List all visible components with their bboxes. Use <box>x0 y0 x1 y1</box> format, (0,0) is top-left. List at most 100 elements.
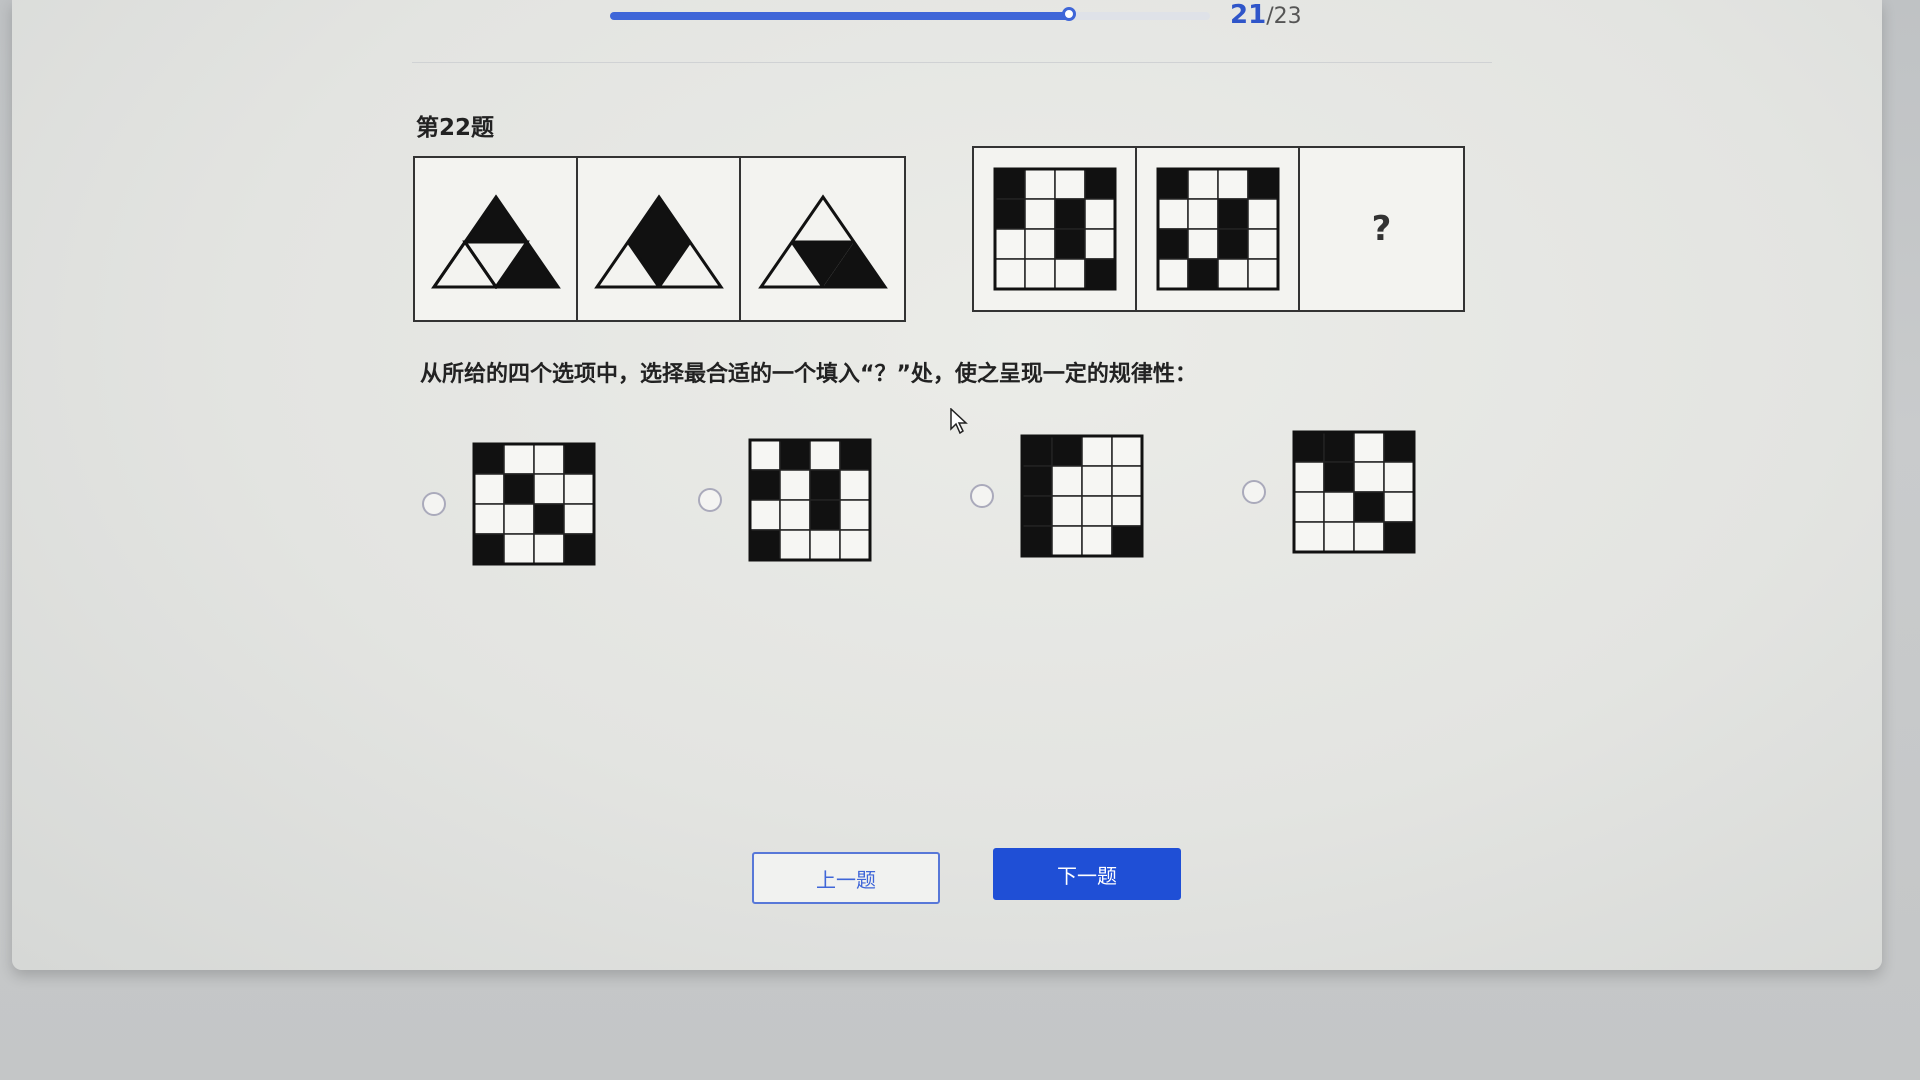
option-c-image-cell <box>1081 495 1113 527</box>
option-a-image-cell <box>563 503 595 535</box>
grid-figure-2-image-cell <box>1246 228 1279 260</box>
grid-figure-1-image-cell <box>1023 228 1056 260</box>
option-b-image-cell <box>839 469 871 501</box>
option-b-image-cell <box>749 439 781 471</box>
grid-figure-1-image-cell <box>993 258 1026 290</box>
grid-figure-2-image-cell <box>1216 198 1249 230</box>
option-b-image-cell <box>809 499 841 531</box>
option-b-image-cell <box>779 439 811 471</box>
triangle-figure-2-image <box>593 194 724 289</box>
option-d-image-cell <box>1323 431 1355 463</box>
option-c-image[interactable] <box>1020 434 1144 558</box>
grid-figure-1-image-cell <box>1023 258 1056 290</box>
grid-figure-1-image-cell <box>1053 168 1086 200</box>
option-b-image-cell <box>839 439 871 471</box>
grid-figure-1-image-cell <box>1083 258 1116 290</box>
option-a-image-cell <box>533 503 565 535</box>
option-b-image-cell <box>809 529 841 561</box>
next-question-button[interactable]: 下一题 <box>993 848 1181 900</box>
question-title: 第22题 <box>416 115 495 141</box>
option-a-image-cell <box>473 533 505 565</box>
option-c-image-cell <box>1081 435 1113 467</box>
grid-figure-2-image <box>1156 167 1279 291</box>
option-c-image-cell <box>1021 465 1053 497</box>
option-b[interactable] <box>698 438 872 562</box>
option-c-image-cell <box>1051 465 1083 497</box>
option-d[interactable] <box>1242 430 1416 554</box>
question-mark-placeholder: ? <box>1371 209 1392 249</box>
option-c-image-cell <box>1021 495 1053 527</box>
option-a-image-cell <box>473 443 505 475</box>
grid-figure-2-image-cell <box>1186 228 1219 260</box>
triangle-figure-3 <box>741 158 904 320</box>
grid-figure-1-image-cell <box>993 228 1026 260</box>
grid-figure-1-image-cell <box>1083 168 1116 200</box>
grid-figure-1-image-cell <box>1023 198 1056 230</box>
grid-figure-2-image-cell <box>1186 168 1219 200</box>
option-b-image-cell <box>779 469 811 501</box>
option-a[interactable] <box>422 442 596 566</box>
option-d-image-cell <box>1323 491 1355 523</box>
triangle-figure-1-image <box>430 194 561 289</box>
option-b-image-cell <box>839 529 871 561</box>
option-b-image-cell <box>839 499 871 531</box>
total-questions: /23 <box>1266 4 1302 29</box>
option-c-image-cell <box>1081 465 1113 497</box>
grid-figure-2-image-cell <box>1216 168 1249 200</box>
grid-figure-2-image-cell <box>1156 168 1189 200</box>
grid-figure-1-image-cell <box>993 168 1026 200</box>
option-a-image-cell <box>473 503 505 535</box>
progress-knob <box>1062 7 1076 21</box>
option-d-image[interactable] <box>1292 430 1416 554</box>
option-b-image-cell <box>749 469 781 501</box>
option-c-image-cell <box>1021 435 1053 467</box>
option-a-image-cell <box>563 473 595 505</box>
option-b-image-cell <box>809 439 841 471</box>
option-a-image-cell <box>563 443 595 475</box>
triangle-figure-3-image <box>757 194 888 289</box>
option-b-image[interactable] <box>748 438 872 562</box>
option-a-image-cell <box>473 473 505 505</box>
grid-figure-1-image-cell <box>1053 198 1086 230</box>
option-b-image-cell <box>779 499 811 531</box>
option-d-image-cell <box>1383 521 1415 553</box>
question-instruction: 从所给的四个选项中，选择最合适的一个填入“？”处，使之呈现一定的规律性： <box>420 362 1197 387</box>
option-d-image-cell <box>1383 491 1415 523</box>
exam-panel: 21/23 第22题 ? 从所给的四个选项中，选择最合适的一个填入“？”处，使之… <box>12 0 1882 970</box>
option-d-image-cell <box>1323 461 1355 493</box>
grid-figure-1-image-cell <box>1053 258 1086 290</box>
option-a-image-cell <box>503 443 535 475</box>
mouse-cursor-icon <box>950 407 968 438</box>
option-d-image-cell <box>1293 461 1325 493</box>
option-b-radio[interactable] <box>698 488 722 512</box>
option-d-radio[interactable] <box>1242 480 1266 504</box>
option-c-image-cell <box>1021 525 1053 557</box>
unknown-figure: ? <box>1300 148 1463 310</box>
option-b-image-cell <box>779 529 811 561</box>
option-b-image-cell <box>809 469 841 501</box>
grid-figure-1-image-cell <box>993 198 1026 230</box>
option-a-image[interactable] <box>472 442 596 566</box>
grid-figure-2-image-cell <box>1156 228 1189 260</box>
option-d-image-cell <box>1353 461 1385 493</box>
option-c-radio[interactable] <box>970 484 994 508</box>
option-c-image-cell <box>1111 465 1143 497</box>
triangle-figure-2 <box>578 158 741 320</box>
grid-figure-2 <box>1137 148 1300 310</box>
grid-figure-2-image-cell <box>1246 258 1279 290</box>
option-a-radio[interactable] <box>422 492 446 516</box>
grid-figure-1 <box>974 148 1137 310</box>
grid-figure-2-image-cell <box>1186 198 1219 230</box>
previous-question-button[interactable]: 上一题 <box>752 852 940 904</box>
grid-figure-1-image-cell <box>1053 228 1086 260</box>
grid-figure-1-image-cell <box>1023 168 1056 200</box>
triangle-figure-1 <box>415 158 578 320</box>
current-question-number: 21 <box>1230 0 1267 30</box>
grid-figure-2-image-cell <box>1246 168 1279 200</box>
option-d-image-cell <box>1353 491 1385 523</box>
option-c[interactable] <box>970 434 1144 558</box>
grid-figure-2-image-cell <box>1156 258 1189 290</box>
grid-figure-1-image <box>993 167 1116 291</box>
option-d-image-cell <box>1353 431 1385 463</box>
option-b-image-cell <box>749 499 781 531</box>
